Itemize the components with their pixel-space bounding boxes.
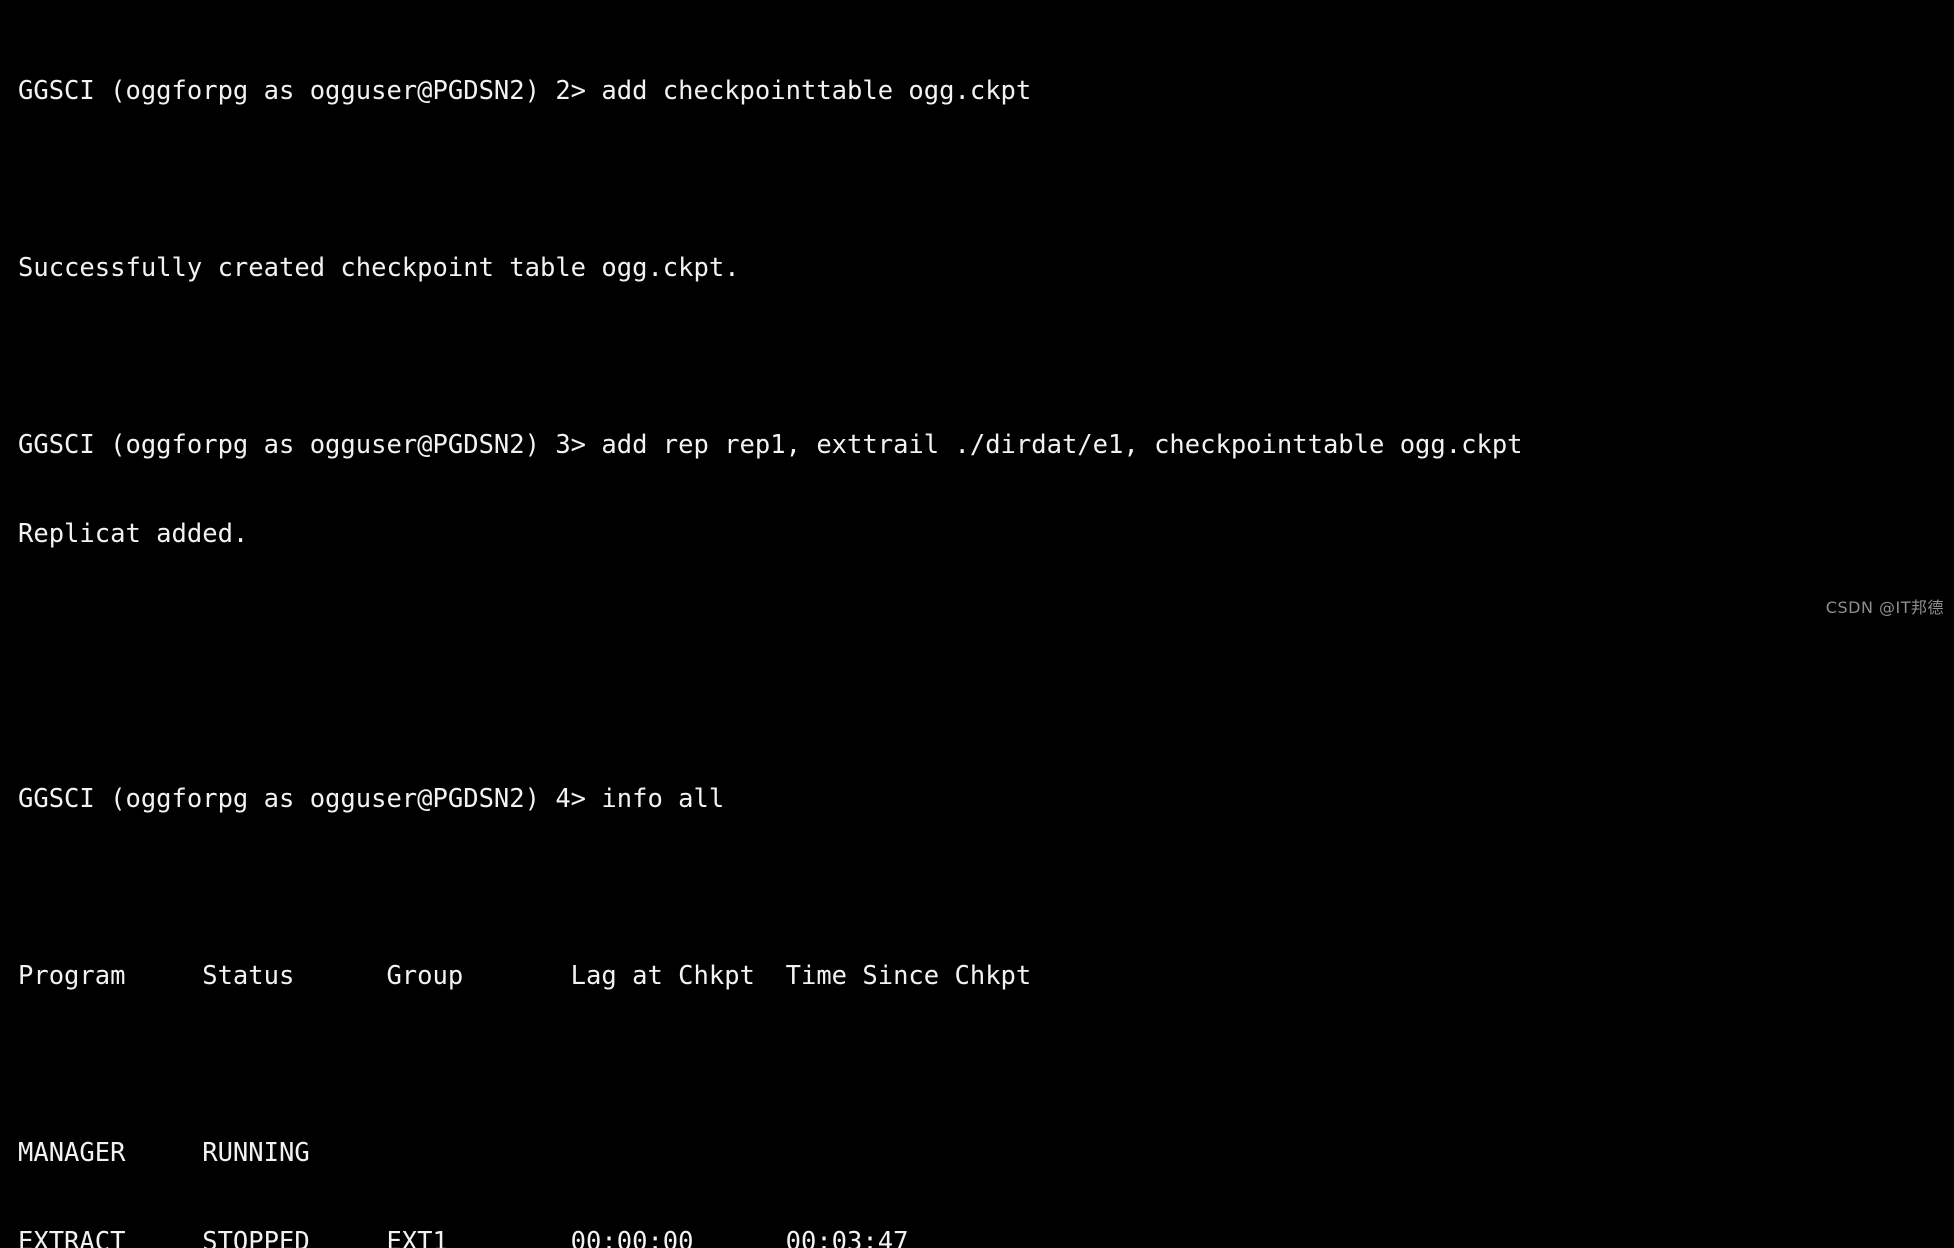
site-watermark: CSDN @IT邦德 xyxy=(1826,594,1944,618)
table-row: MANAGER RUNNING xyxy=(18,1139,1954,1169)
terminal-line: GGSCI (oggforpg as ogguser@PGDSN2) 2> ad… xyxy=(18,77,1954,107)
terminal-line-blank xyxy=(18,1051,1954,1081)
terminal-line-blank xyxy=(18,874,1954,904)
terminal-line-blank xyxy=(18,166,1954,196)
terminal-line-blank xyxy=(18,608,1954,638)
terminal-line: Successfully created checkpoint table og… xyxy=(18,254,1954,284)
terminal-line-blank xyxy=(18,697,1954,727)
terminal-line: GGSCI (oggforpg as ogguser@PGDSN2) 4> in… xyxy=(18,785,1954,815)
terminal-line-blank xyxy=(18,343,1954,373)
terminal-output-area[interactable]: GGSCI (oggforpg as ogguser@PGDSN2) 2> ad… xyxy=(0,0,1954,624)
table-row: EXTRACT STOPPED EXT1 00:00:00 00:03:47 xyxy=(18,1228,1954,1248)
info-all-table-header: Program Status Group Lag at Chkpt Time S… xyxy=(18,962,1954,992)
terminal-line: GGSCI (oggforpg as ogguser@PGDSN2) 3> ad… xyxy=(18,431,1954,461)
terminal-line: Replicat added. xyxy=(18,520,1954,550)
